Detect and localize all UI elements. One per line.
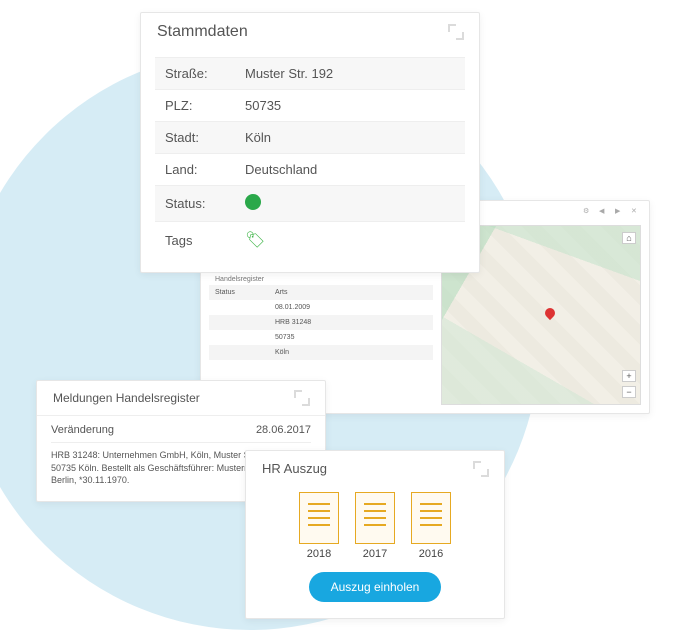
value-status <box>245 194 455 213</box>
detail-value-2: HRB 31248 <box>275 319 427 326</box>
row-status: Status: <box>155 185 465 221</box>
expand-icon[interactable] <box>474 462 488 476</box>
tag-icon: 🏷 <box>245 232 265 249</box>
meldungen-date: 28.06.2017 <box>256 424 311 436</box>
row-strasse: Straße: Muster Str. 192 <box>155 57 465 89</box>
detail-label-status: Status <box>215 289 275 296</box>
value-stadt: Köln <box>245 130 455 145</box>
meldungen-header: Meldungen Handelsregister <box>37 381 325 416</box>
meldungen-title: Meldungen Handelsregister <box>53 391 200 405</box>
hrauszug-header: HR Auszug <box>246 451 504 486</box>
stammdaten-title: Stammdaten <box>157 23 248 41</box>
map-zoom-out-icon[interactable]: − <box>622 386 636 398</box>
document-icon <box>355 492 395 544</box>
detail-value-3: 50735 <box>275 334 427 341</box>
label-land: Land: <box>165 162 245 177</box>
hr-year-1[interactable]: 2017 <box>355 492 395 560</box>
nav-right-icon[interactable]: ▶ <box>615 207 623 215</box>
nav-left-icon[interactable]: ◀ <box>599 207 607 215</box>
auszug-einholen-button[interactable]: Auszug einholen <box>309 572 442 602</box>
document-icon <box>299 492 339 544</box>
detail-row-2: HRB 31248 <box>209 315 433 330</box>
expand-icon[interactable] <box>449 25 463 39</box>
hrauszug-body: 2018 2017 2016 Auszug einholen <box>246 486 504 618</box>
detail-row-status: Status Arts <box>209 285 433 300</box>
value-plz: 50735 <box>245 98 455 113</box>
detail-row-3: 50735 <box>209 330 433 345</box>
row-land: Land: Deutschland <box>155 153 465 185</box>
label-plz: PLZ: <box>165 98 245 113</box>
row-tags: Tags 🏷 <box>155 221 465 258</box>
label-strasse: Straße: <box>165 66 245 81</box>
value-land: Deutschland <box>245 162 455 177</box>
meldungen-type: Veränderung <box>51 424 114 436</box>
meldungen-row-header: Veränderung 28.06.2017 <box>51 424 311 443</box>
map-zoom-in-icon[interactable]: + <box>622 370 636 382</box>
hrauszug-title: HR Auszug <box>262 461 327 476</box>
detail-row-4: Köln <box>209 345 433 360</box>
stammdaten-body: Straße: Muster Str. 192 PLZ: 50735 Stadt… <box>141 51 479 272</box>
hr-year-label-1: 2017 <box>363 548 387 560</box>
map-pin-icon <box>543 306 557 320</box>
detail-value-0: Arts <box>275 289 427 296</box>
hr-year-label-0: 2018 <box>307 548 331 560</box>
hr-year-2[interactable]: 2016 <box>411 492 451 560</box>
row-plz: PLZ: 50735 <box>155 89 465 121</box>
hrauszug-card: HR Auszug 2018 2017 2016 Auszug einholen <box>245 450 505 619</box>
label-stadt: Stadt: <box>165 130 245 145</box>
stammdaten-header: Stammdaten <box>141 13 479 51</box>
label-tags: Tags <box>165 233 245 248</box>
document-icon <box>411 492 451 544</box>
hr-year-label-2: 2016 <box>419 548 443 560</box>
detail-value-4: Köln <box>275 349 427 356</box>
expand-icon[interactable] <box>295 391 309 405</box>
value-tags: 🏷 <box>245 230 455 250</box>
detail-row-1: 08.01.2009 <box>209 300 433 315</box>
status-dot-icon <box>245 194 261 210</box>
row-stadt: Stadt: Köln <box>155 121 465 153</box>
value-strasse: Muster Str. 192 <box>245 66 455 81</box>
close-icon[interactable]: ✕ <box>631 207 639 215</box>
detail-value-1: 08.01.2009 <box>275 304 427 311</box>
hrauszug-years: 2018 2017 2016 <box>258 492 492 560</box>
label-status: Status: <box>165 196 245 211</box>
hr-year-0[interactable]: 2018 <box>299 492 339 560</box>
map-home-icon[interactable]: ⌂ <box>622 232 636 244</box>
settings-icon[interactable]: ⚙ <box>583 207 591 215</box>
stammdaten-card: Stammdaten Straße: Muster Str. 192 PLZ: … <box>140 12 480 273</box>
